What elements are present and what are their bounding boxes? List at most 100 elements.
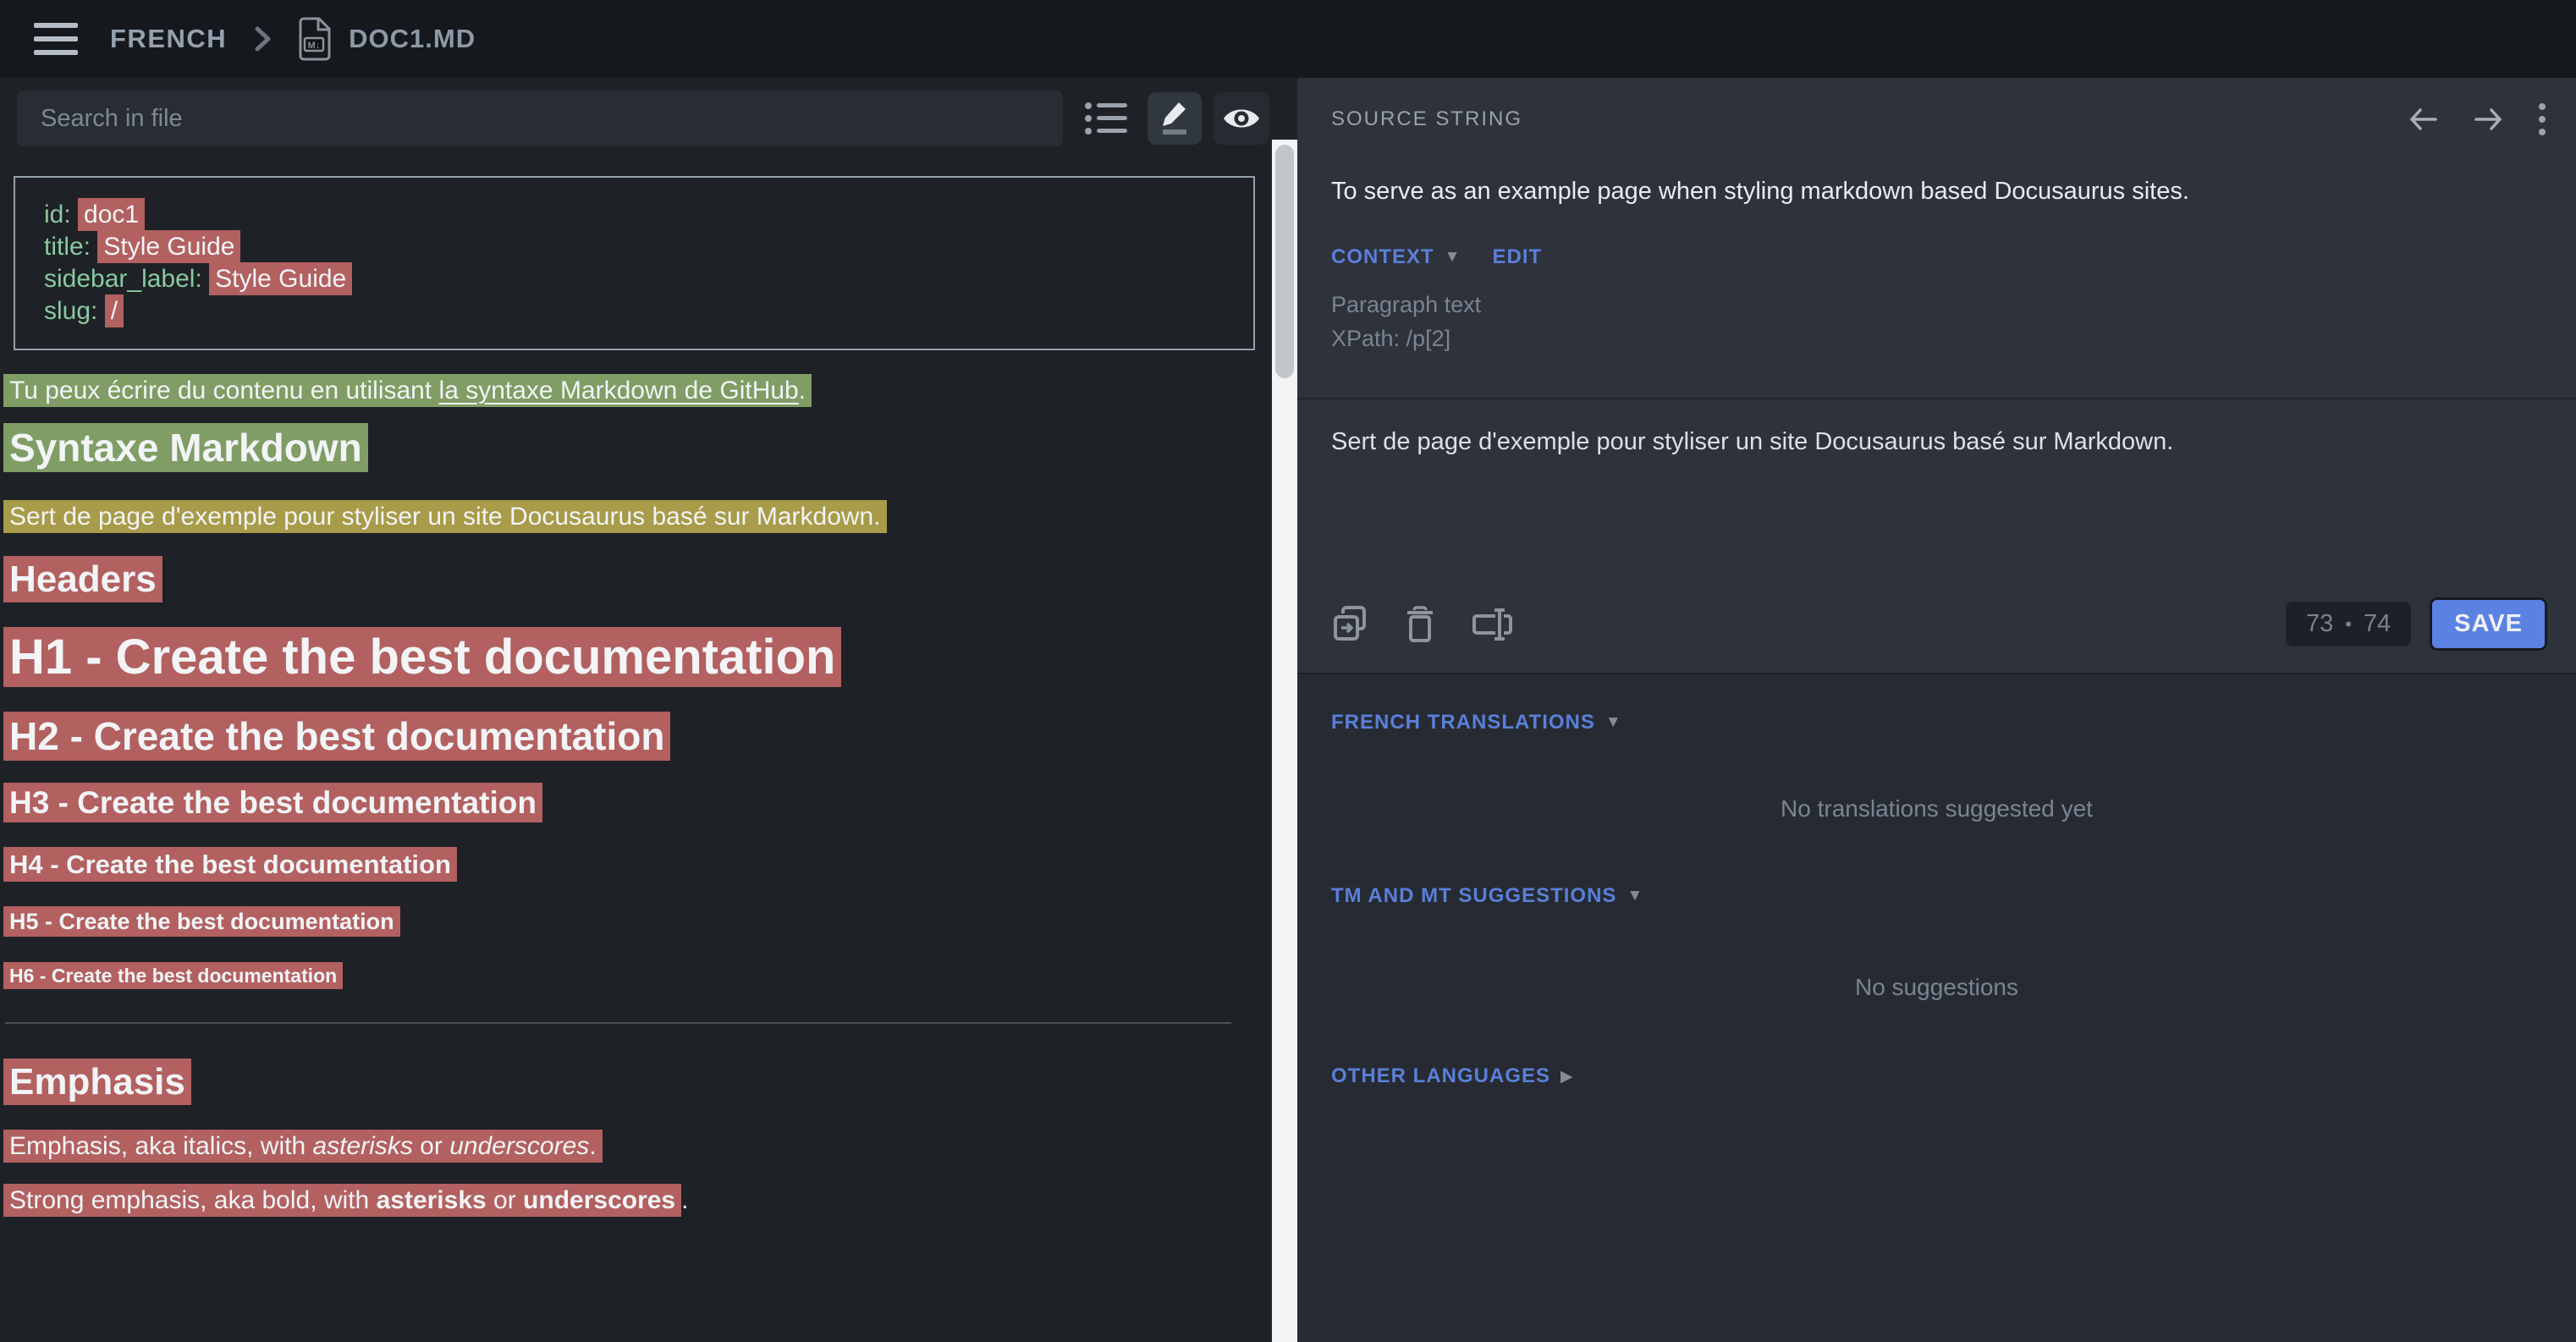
em-pre: Emphasis, aka italics, with bbox=[9, 1132, 312, 1160]
horizontal-rule bbox=[5, 1022, 1231, 1024]
search-input[interactable] bbox=[17, 91, 1063, 146]
other-languages-toggle[interactable]: OTHER LANGUAGES bbox=[1331, 1064, 1550, 1088]
github-markdown-link[interactable]: la syntaxe Markdown de GitHub bbox=[439, 377, 799, 404]
breadcrumb-file[interactable]: DOC1.MD bbox=[349, 24, 476, 54]
edit-mode-button[interactable] bbox=[1148, 92, 1202, 145]
source-string-card: SOURCE STRING To serve as an example pag… bbox=[1297, 78, 2576, 674]
document-content: id: doc1 title: Style Guide sidebar_labe… bbox=[0, 148, 1272, 1342]
intro-period: . bbox=[799, 377, 806, 404]
heading-h3: H3 - Create the best documentation bbox=[3, 785, 1272, 821]
other-languages-caret-icon: ▶ bbox=[1560, 1067, 1573, 1086]
heading-h2: H2 - Create the best documentation bbox=[3, 713, 1272, 759]
context-details: Paragraph text XPath: /p[2] bbox=[1331, 288, 2542, 355]
more-options-icon[interactable] bbox=[2539, 103, 2546, 135]
preview-mode-button[interactable] bbox=[1214, 92, 1269, 145]
paragraph-sert: Sert de page d'exemple pour styliser un … bbox=[3, 503, 1272, 531]
untranslated-string[interactable]: Emphasis bbox=[3, 1059, 191, 1105]
frontmatter-line: sidebar_label: Style Guide bbox=[44, 263, 1236, 295]
frontmatter-key: title: bbox=[44, 233, 97, 261]
em-underscores: underscores bbox=[449, 1132, 589, 1160]
strong-pre: Strong emphasis, aka bold, with bbox=[9, 1186, 377, 1214]
untranslated-string[interactable]: Strong emphasis, aka bold, with asterisk… bbox=[3, 1184, 681, 1217]
counter-total: 74 bbox=[2364, 610, 2391, 638]
source-string-label: SOURCE STRING bbox=[1331, 107, 2376, 131]
copy-source-button[interactable] bbox=[1331, 605, 1370, 644]
string-list-button[interactable] bbox=[1083, 92, 1131, 145]
untranslated-string[interactable]: H3 - Create the best documentation bbox=[3, 783, 542, 822]
paragraph-intro: Tu peux écrire du contenu en utilisant l… bbox=[3, 377, 1272, 405]
strong-underscores: underscores bbox=[523, 1186, 675, 1214]
intro-text: Tu peux écrire du contenu en utilisant bbox=[9, 377, 439, 404]
source-card-header: SOURCE STRING bbox=[1297, 78, 2576, 135]
counter-current: 73 bbox=[2306, 610, 2333, 638]
character-counter: 73 • 74 bbox=[2286, 602, 2411, 646]
frontmatter-value[interactable]: doc1 bbox=[78, 198, 145, 231]
untranslated-string[interactable]: H4 - Create the best documentation bbox=[3, 847, 457, 882]
heading-h6: H6 - Create the best documentation bbox=[3, 965, 1272, 987]
next-string-button[interactable] bbox=[2471, 105, 2505, 134]
paragraph-italics: Emphasis, aka italics, with asterisks or… bbox=[3, 1132, 1272, 1161]
source-string-text: To serve as an example page when styling… bbox=[1331, 178, 2542, 206]
heading-h1: H1 - Create the best documentation bbox=[3, 629, 1272, 685]
strong-asterisks: asterisks bbox=[377, 1186, 487, 1214]
breadcrumb-chevron-icon bbox=[252, 22, 274, 56]
translation-toolbar: 73 • 74 SAVE bbox=[1297, 597, 2576, 673]
context-caret-icon: ▼ bbox=[1445, 248, 1461, 267]
document-panel: id: doc1 title: Style Guide sidebar_labe… bbox=[0, 78, 1297, 1342]
frontmatter-value[interactable]: Style Guide bbox=[209, 262, 352, 295]
translated-string[interactable]: Syntaxe Markdown bbox=[3, 423, 368, 472]
untranslated-string[interactable]: H1 - Create the best documentation bbox=[3, 627, 841, 687]
save-button[interactable]: SAVE bbox=[2430, 597, 2547, 651]
heading-syntaxe-markdown: Syntaxe Markdown bbox=[3, 425, 1272, 470]
french-translations-toggle[interactable]: FRENCH TRANSLATIONS bbox=[1331, 711, 1595, 734]
untranslated-string[interactable]: H5 - Create the best documentation bbox=[3, 906, 400, 937]
breadcrumb-project[interactable]: FRENCH bbox=[110, 24, 227, 54]
paragraph-bold: Strong emphasis, aka bold, with asterisk… bbox=[3, 1186, 1272, 1215]
svg-text:M↓: M↓ bbox=[308, 41, 321, 51]
counter-separator: • bbox=[2345, 613, 2352, 635]
frontmatter-line: title: Style Guide bbox=[44, 231, 1236, 263]
document-scrollbar[interactable] bbox=[1272, 140, 1297, 1342]
rename-string-button[interactable] bbox=[1470, 606, 1512, 643]
em-mid: or bbox=[413, 1132, 449, 1160]
translation-input[interactable]: Sert de page d'exemple pour styliser un … bbox=[1331, 428, 2542, 597]
tm-mt-toggle[interactable]: TM AND MT SUGGESTIONS bbox=[1331, 884, 1616, 908]
heading-h4: H4 - Create the best documentation bbox=[3, 850, 1272, 880]
tm-mt-caret-icon: ▼ bbox=[1627, 887, 1643, 905]
translated-string[interactable]: Tu peux écrire du contenu en utilisant l… bbox=[3, 374, 812, 407]
topbar: FRENCH M↓ DOC1.MD bbox=[0, 0, 2576, 78]
french-translations-section: FRENCH TRANSLATIONS ▼ bbox=[1331, 711, 2576, 734]
delete-translation-button[interactable] bbox=[1404, 605, 1436, 644]
heading-emphasis: Emphasis bbox=[3, 1061, 1272, 1103]
frontmatter-key: id: bbox=[44, 201, 78, 228]
strong-period: . bbox=[681, 1186, 688, 1214]
current-string[interactable]: Sert de page d'exemple pour styliser un … bbox=[3, 500, 887, 533]
frontmatter-value[interactable]: Style Guide bbox=[97, 230, 240, 263]
strong-mid: or bbox=[487, 1186, 523, 1214]
untranslated-string[interactable]: H6 - Create the best documentation bbox=[3, 962, 343, 989]
search-row bbox=[0, 78, 1297, 148]
em-period: . bbox=[589, 1132, 596, 1160]
context-toggle[interactable]: CONTEXT bbox=[1331, 245, 1434, 269]
heading-headers: Headers bbox=[3, 558, 1272, 601]
previous-string-button[interactable] bbox=[2407, 105, 2441, 134]
context-row: CONTEXT ▼ EDIT bbox=[1331, 245, 2542, 269]
hamburger-menu-icon[interactable] bbox=[34, 23, 78, 55]
other-languages-section: OTHER LANGUAGES ▶ bbox=[1331, 1064, 2576, 1088]
untranslated-string[interactable]: Headers bbox=[3, 556, 162, 602]
context-type: Paragraph text bbox=[1331, 288, 2542, 322]
context-xpath: XPath: /p[2] bbox=[1331, 322, 2542, 355]
no-suggestions-message: No suggestions bbox=[1297, 974, 2576, 1001]
untranslated-string[interactable]: H2 - Create the best documentation bbox=[3, 712, 670, 761]
edit-context-button[interactable]: EDIT bbox=[1492, 245, 1542, 269]
translation-panel: SOURCE STRING To serve as an example pag… bbox=[1297, 78, 2576, 1342]
frontmatter-line: id: doc1 bbox=[44, 199, 1236, 231]
frontmatter-block: id: doc1 title: Style Guide sidebar_labe… bbox=[14, 176, 1255, 350]
scrollbar-thumb[interactable] bbox=[1275, 145, 1294, 378]
frontmatter-key: slug: bbox=[44, 297, 105, 325]
french-translations-caret-icon: ▼ bbox=[1605, 713, 1621, 732]
em-asterisks: asterisks bbox=[312, 1132, 412, 1160]
untranslated-string[interactable]: Emphasis, aka italics, with asterisks or… bbox=[3, 1130, 603, 1163]
frontmatter-key: sidebar_label: bbox=[44, 265, 209, 293]
frontmatter-value[interactable]: / bbox=[105, 294, 124, 327]
